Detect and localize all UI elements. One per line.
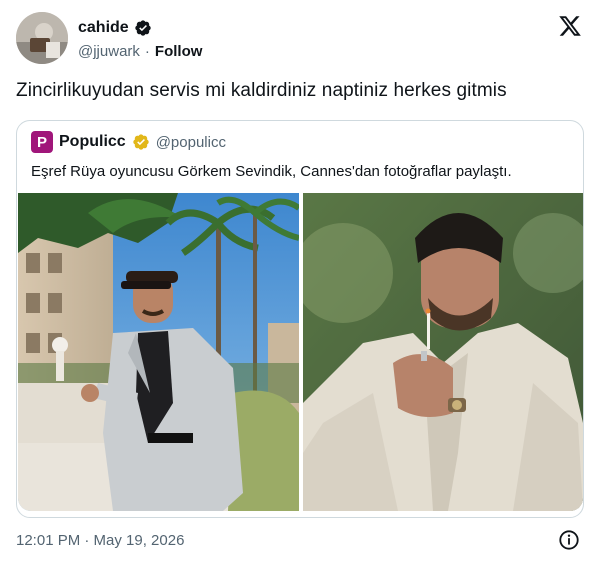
verified-badge-icon xyxy=(134,19,152,37)
quoted-author-name[interactable]: Populicc xyxy=(59,133,126,151)
author-name[interactable]: cahide xyxy=(78,19,129,37)
x-logo-icon[interactable] xyxy=(558,14,582,38)
photo-grid xyxy=(17,193,583,511)
quoted-header: P Populicc @populicc xyxy=(31,131,226,153)
gold-verified-badge-icon xyxy=(132,133,150,151)
photo-lighting-cigarette[interactable] xyxy=(303,193,583,511)
avatar[interactable] xyxy=(16,12,68,64)
quoted-text: Eşref Rüya oyuncusu Görkem Sevindik, Can… xyxy=(31,163,512,180)
separator-dot: · xyxy=(144,43,150,60)
tweet-text: Zincirlikuyudan servis mi kaldirdiniz na… xyxy=(16,80,507,101)
info-icon[interactable] xyxy=(558,529,580,551)
tweet-header: cahide @jjuwark · Follow xyxy=(16,12,584,68)
author-handle[interactable]: @jjuwark xyxy=(78,43,140,60)
tweet-footer: 12:01 PM · May 19, 2026 xyxy=(16,528,584,552)
user-info: cahide @jjuwark · Follow xyxy=(78,18,202,60)
photo-cannes-palms[interactable] xyxy=(18,193,299,511)
follow-button[interactable]: Follow xyxy=(155,43,203,60)
timestamp[interactable]: 12:01 PM · May 19, 2026 xyxy=(16,532,184,549)
populicc-logo[interactable]: P xyxy=(31,131,53,153)
quoted-author-handle[interactable]: @populicc xyxy=(156,134,226,151)
quoted-tweet[interactable]: P Populicc @populicc Eşref Rüya oyuncusu… xyxy=(16,120,584,518)
